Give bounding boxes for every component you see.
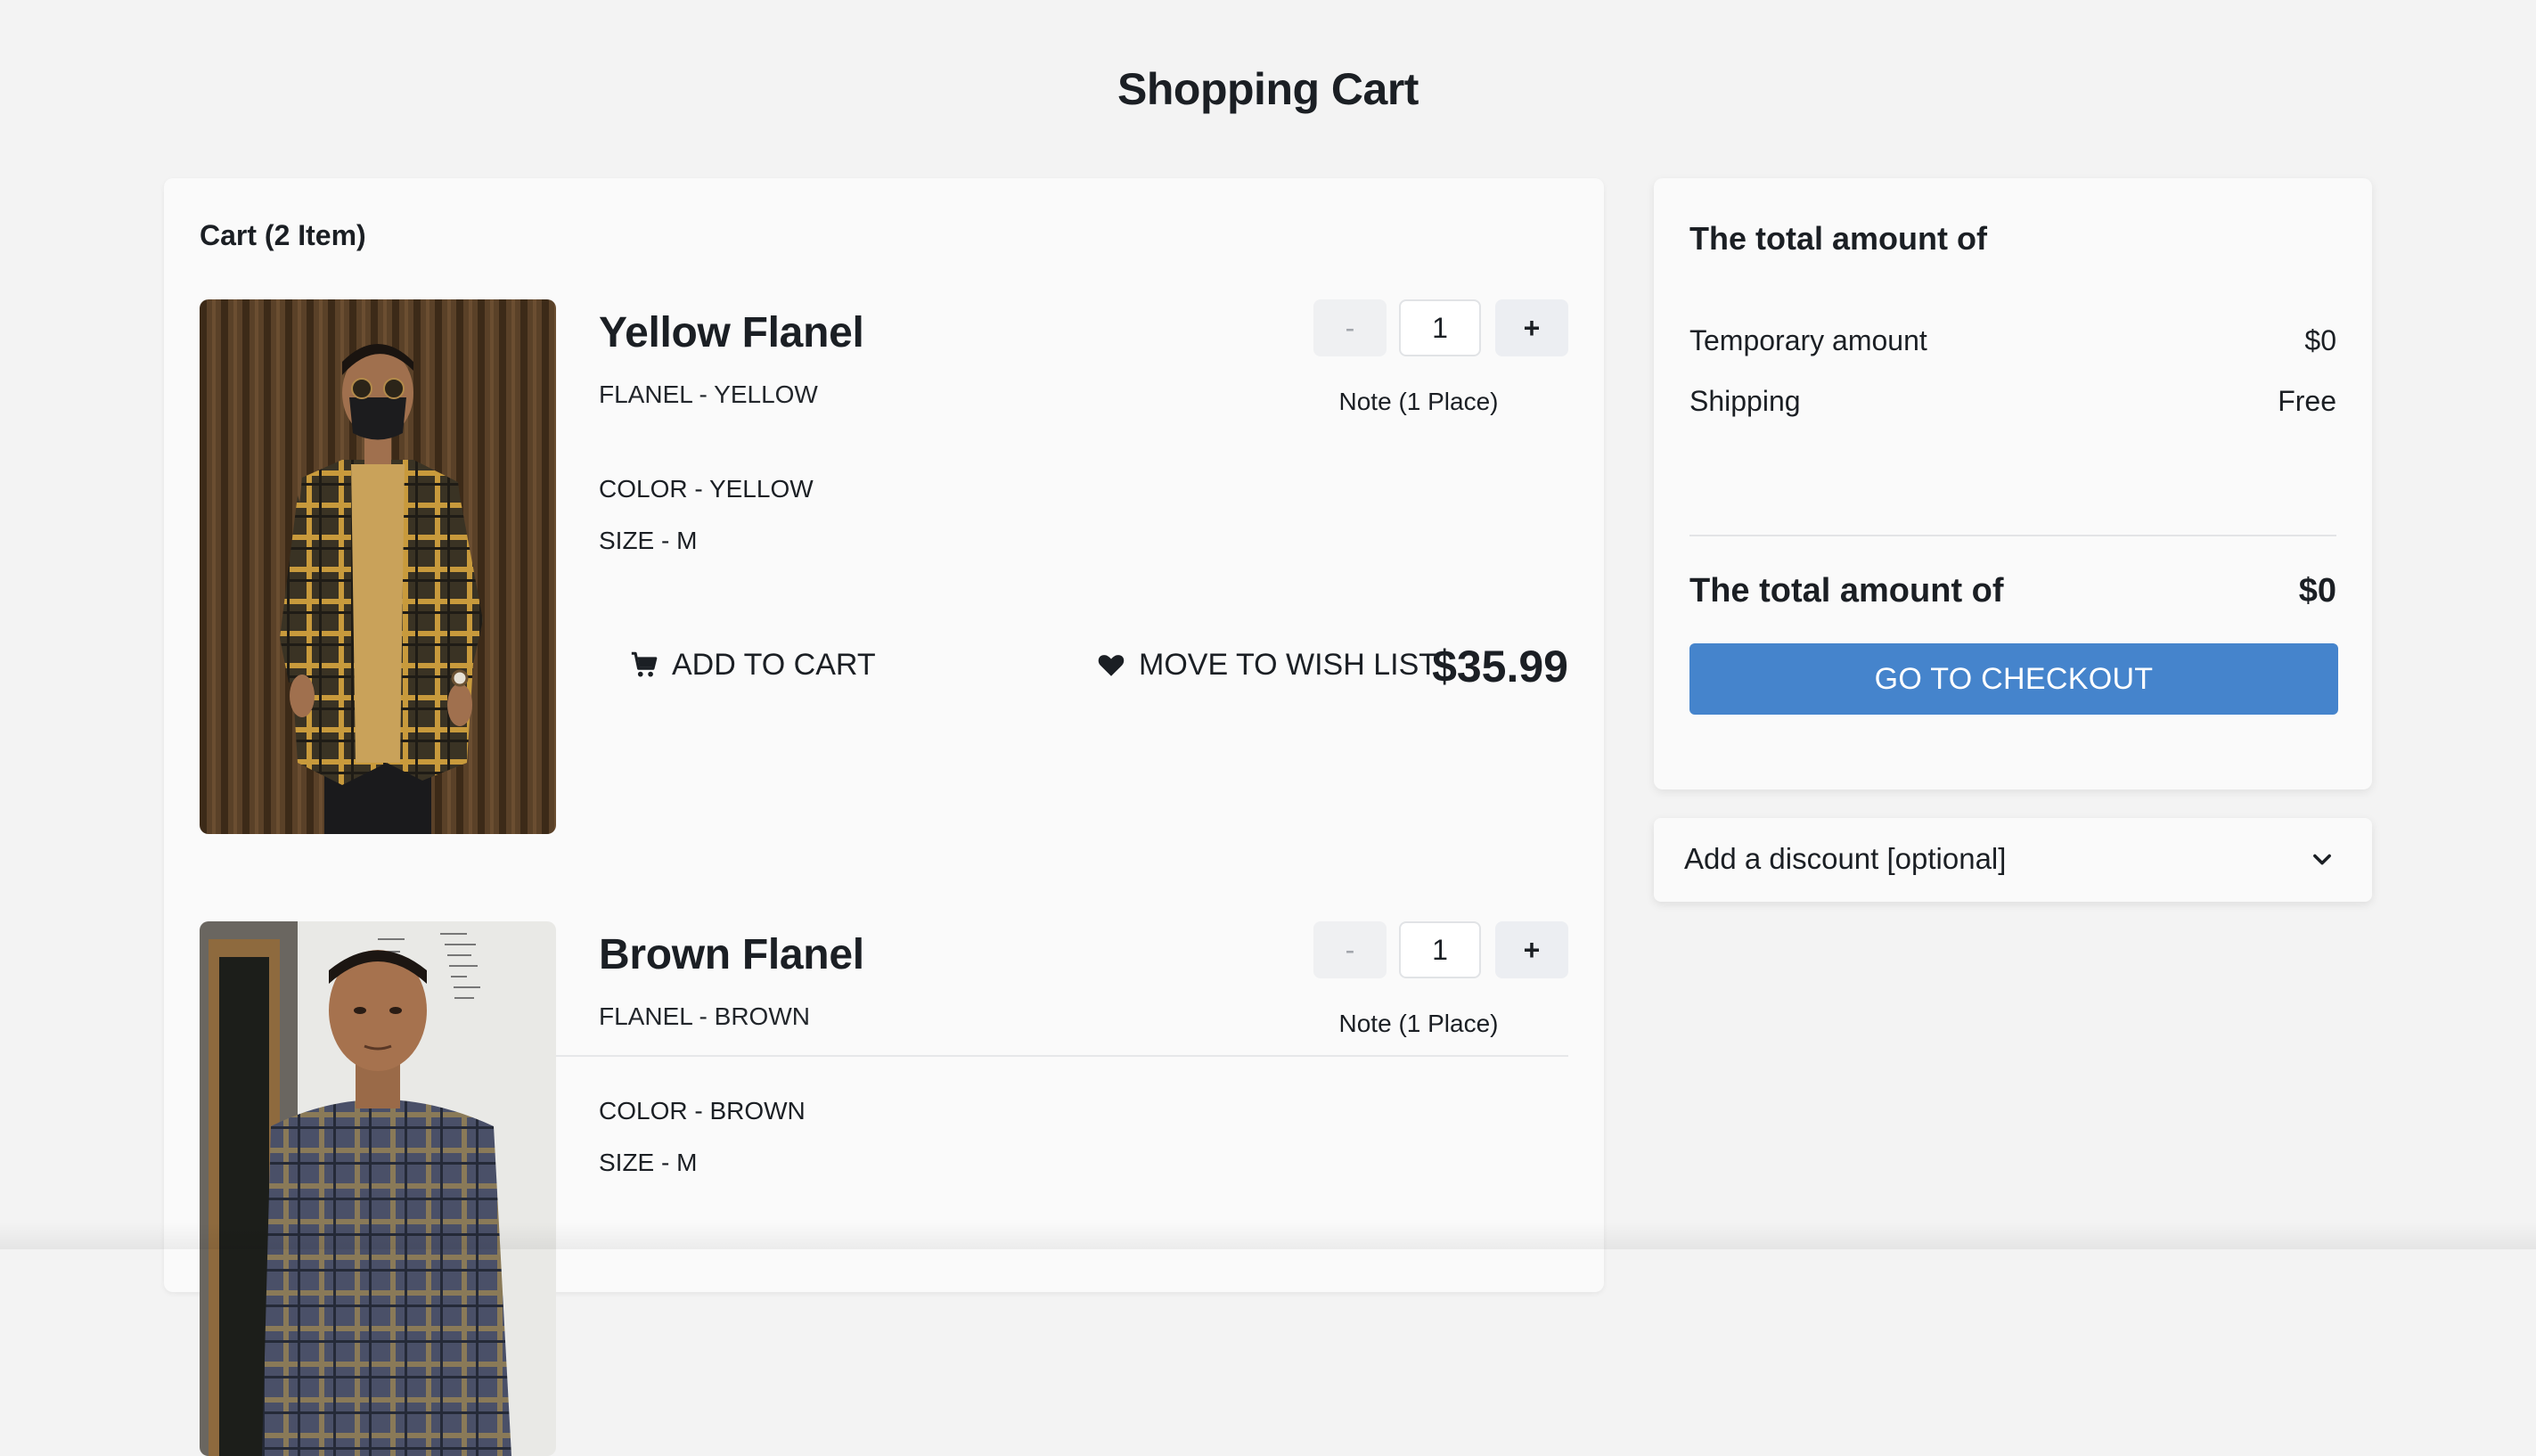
product-size: SIZE - M [599,1149,698,1176]
quantity-decrease-button[interactable]: - [1313,299,1387,356]
quantity-input[interactable] [1399,921,1481,978]
temporary-amount-label: Temporary amount [1689,324,1927,356]
wishlist-label: MOVE TO WISH LIST [1139,648,1438,682]
discount-label: Add a discount [optional] [1684,842,2007,875]
shipping-row: Shipping Free [1689,383,2336,419]
product-color: COLOR - BROWN [599,1097,806,1125]
cart-item: Yellow Flanel FLANEL - YELLOW COLOR - YE… [200,299,1568,834]
add-to-cart-button[interactable]: ADD TO CART [624,638,881,691]
product-color: COLOR - YELLOW [599,475,814,503]
note-text: Note (1 Place) [1338,388,1499,415]
quantity-decrease-button[interactable]: - [1313,921,1387,978]
shipping-value: Free [2278,385,2336,417]
note-text: Note (1 Place) [1338,1010,1499,1037]
total-row: The total amount of $0 [1689,570,2336,611]
product-size: SIZE - M [599,527,698,554]
product-image [200,921,556,1456]
cart-icon [629,650,659,680]
quantity-increase-button[interactable]: + [1495,921,1568,978]
checkout-button[interactable]: GO TO CHECKOUT [1689,643,2338,715]
cart-heading: Cart (2 Item) [200,219,366,251]
product-name: Yellow Flanel [599,309,864,356]
quantity-input[interactable] [1399,299,1481,356]
move-to-wishlist-button[interactable]: MOVE TO WISH LIST [1091,638,1443,691]
summary-heading: The total amount of [1689,220,1987,257]
product-price: $35.99 [1432,642,1568,691]
cart-panel: Cart (2 Item) Yellow Flanel FLANEL - YEL… [164,178,1604,1456]
product-photo-yellow-flannel [200,299,556,834]
add-to-cart-label: ADD TO CART [672,648,876,682]
temporary-amount-row: Temporary amount $0 [1689,323,2336,358]
total-label: The total amount of [1689,572,2004,609]
summary-divider [1689,535,2336,536]
page-title: Shopping Cart [1117,64,1419,114]
heart-icon [1096,650,1126,680]
temporary-amount-value: $0 [2304,324,2336,356]
discount-toggle[interactable]: Add a discount [optional] [1654,818,2372,902]
quantity-increase-button[interactable]: + [1495,299,1568,356]
bottom-shadow [0,1223,2536,1249]
product-image [200,299,556,834]
shipping-label: Shipping [1689,385,1801,417]
cart-item: Brown Flanel FLANEL - BROWN COLOR - BROW… [200,921,1568,1456]
chevron-down-icon [2310,847,2335,871]
product-subtitle: FLANEL - YELLOW [599,380,818,408]
order-summary-panel: The total amount of Temporary amount $0 … [1654,178,2372,789]
product-subtitle: FLANEL - BROWN [599,1002,810,1030]
total-value: $0 [2298,572,2336,609]
product-name: Brown Flanel [599,931,864,978]
product-photo-brown-flannel [200,921,556,1456]
